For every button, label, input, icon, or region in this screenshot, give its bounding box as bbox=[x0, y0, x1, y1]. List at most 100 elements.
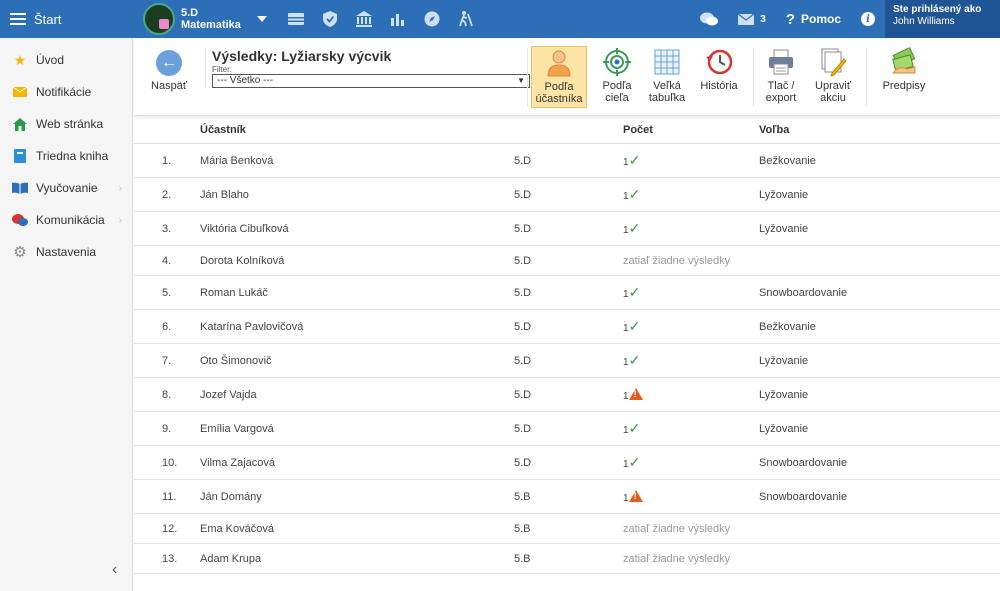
fees-button[interactable]: Predpisy bbox=[876, 47, 932, 92]
sidebar-item-label: Notifikácie bbox=[36, 85, 92, 99]
print-export-button[interactable]: Tlač / export bbox=[753, 47, 809, 104]
back-button[interactable]: ← Naspäť bbox=[148, 50, 190, 92]
result-count-cell: 1✓ bbox=[623, 152, 759, 169]
header-participant[interactable]: Účastník bbox=[200, 124, 514, 136]
class-selector[interactable]: 5.D Matematika bbox=[143, 3, 267, 35]
participant-name[interactable]: Ján Blaho bbox=[200, 189, 514, 201]
big-table-button[interactable]: Veľká tabuľka bbox=[639, 47, 695, 104]
help-button[interactable]: ? Pomoc bbox=[776, 11, 851, 28]
participant-name[interactable]: Ema Kováčová bbox=[200, 523, 514, 535]
check-icon: ✓ bbox=[628, 352, 641, 368]
header-count[interactable]: Počet bbox=[623, 124, 759, 136]
table-header: Účastník Počet Voľba bbox=[134, 116, 1000, 144]
choice-value: Lyžovanie bbox=[759, 388, 809, 401]
table-row[interactable]: 5. Roman Lukáč 5.D 1✓ Snowboardovanie bbox=[134, 276, 1000, 310]
collapse-sidebar-icon[interactable]: ‹ bbox=[112, 561, 117, 579]
check-icon: ✓ bbox=[628, 318, 641, 334]
participant-class: 5.D bbox=[514, 320, 532, 333]
header-choice[interactable]: Voľba bbox=[759, 124, 959, 136]
grades-book-icon[interactable] bbox=[279, 0, 313, 38]
institution-icon[interactable] bbox=[347, 0, 381, 38]
sidebar-item-notifikacie[interactable]: Notifikácie bbox=[0, 76, 132, 108]
sidebar-item-label: Úvod bbox=[36, 53, 65, 67]
button-label: Predpisy bbox=[882, 80, 926, 92]
participant-class: 5.D bbox=[514, 188, 532, 201]
button-label: export bbox=[765, 92, 797, 104]
home-icon bbox=[12, 117, 28, 131]
participant-name[interactable]: Vilma Zajacová bbox=[200, 457, 514, 469]
hiking-icon[interactable] bbox=[449, 0, 483, 38]
table-row[interactable]: 4. Dorota Kolníková 5.D zatiaľ žiadne výsle… bbox=[134, 246, 1000, 276]
check-icon: ✓ bbox=[628, 220, 641, 236]
participant-name[interactable]: Mária Benková bbox=[200, 155, 514, 167]
start-menu-button[interactable]: Štart bbox=[0, 0, 133, 38]
sidebar-item-uvod[interactable]: ★ Úvod bbox=[0, 44, 132, 76]
participant-name[interactable]: Adam Krupa bbox=[200, 553, 514, 565]
participant-name[interactable]: Roman Lukáč bbox=[200, 287, 514, 299]
row-number: 8. bbox=[162, 388, 172, 401]
sidebar-item-triedna-kniha[interactable]: Triedna kniha bbox=[0, 140, 132, 172]
sidebar-item-nastavenia[interactable]: ⚙ Nastavenia bbox=[0, 236, 132, 268]
sidebar-item-web-stranka[interactable]: Web stránka bbox=[0, 108, 132, 140]
participant-name[interactable]: Oto Šimonovič bbox=[200, 355, 514, 367]
bar-chart-icon[interactable] bbox=[381, 0, 415, 38]
table-row[interactable]: 12. Ema Kováčová 5.B zatiaľ žiadne výsledky bbox=[134, 514, 1000, 544]
info-button[interactable]: i bbox=[851, 12, 885, 26]
table-row[interactable]: 7. Oto Šimonovič 5.D 1✓ Lyžovanie bbox=[134, 344, 1000, 378]
table-row[interactable]: 13. Adam Krupa 5.B zatiaľ žiadne výsledky bbox=[134, 544, 1000, 574]
participant-class: 5.B bbox=[514, 490, 531, 503]
edit-event-button[interactable]: Upraviť akciu bbox=[805, 47, 861, 104]
participant-class: 5.D bbox=[514, 354, 532, 367]
button-label: Podľa bbox=[602, 80, 632, 92]
participant-name[interactable]: Jozef Vajda bbox=[200, 389, 514, 401]
row-number: 13. bbox=[162, 552, 178, 565]
by-participant-button[interactable]: Podľa účastníka bbox=[531, 46, 587, 108]
hamburger-icon bbox=[10, 13, 26, 25]
row-number: 5. bbox=[162, 286, 172, 299]
table-row[interactable]: 6. Katarína Pavlovičová 5.D 1✓ Bežkovanie bbox=[134, 310, 1000, 344]
title-block: Výsledky: Lyžiarsky výcvik Filter: --- V… bbox=[205, 48, 530, 88]
participant-class: 5.D bbox=[514, 254, 532, 267]
participant-name[interactable]: Ján Domány bbox=[200, 491, 514, 503]
chevron-down-icon bbox=[256, 16, 267, 22]
table-row[interactable]: 3. Viktória Cibuľková 5.D 1✓ Lyžovanie bbox=[134, 212, 1000, 246]
check-icon: ✓ bbox=[628, 284, 641, 300]
button-label: akciu bbox=[820, 92, 846, 104]
row-number: 7. bbox=[162, 354, 172, 367]
envelope-icon bbox=[738, 13, 755, 25]
button-label: Tlač / bbox=[767, 80, 795, 92]
divider bbox=[527, 48, 528, 106]
help-label: Pomoc bbox=[800, 12, 841, 26]
history-button[interactable]: História bbox=[691, 47, 747, 92]
by-target-button[interactable]: Podľa cieľa bbox=[589, 47, 645, 104]
table-row[interactable]: 2. Ján Blaho 5.D 1✓ Lyžovanie bbox=[134, 178, 1000, 212]
compass-icon[interactable] bbox=[415, 0, 449, 38]
table-row[interactable]: 1. Mária Benková 5.D 1✓ Bežkovanie bbox=[134, 144, 1000, 178]
chat-button[interactable] bbox=[690, 12, 728, 26]
money-icon bbox=[889, 47, 919, 77]
no-results-text: zatiaľ žiadne výsledky bbox=[623, 522, 731, 535]
table-row[interactable]: 10. Vilma Zajacová 5.D 1✓ Snowboardovanie bbox=[134, 446, 1000, 480]
chat-icon bbox=[12, 213, 28, 227]
choice-value: Lyžovanie bbox=[759, 222, 809, 235]
table-row[interactable]: 9. Emília Vargová 5.D 1✓ Lyžovanie bbox=[134, 412, 1000, 446]
back-label: Naspäť bbox=[151, 80, 187, 92]
top-bar: Štart 5.D Matematika 3 ? Pomoc i Ste pri… bbox=[0, 0, 1000, 38]
table-row[interactable]: 11. Ján Domány5.B 1Snowboardovanie bbox=[134, 480, 1000, 514]
participant-name[interactable]: Emília Vargová bbox=[200, 423, 514, 435]
shield-icon[interactable] bbox=[313, 0, 347, 38]
filter-select[interactable]: --- Všetko --- bbox=[212, 74, 530, 88]
messages-button[interactable]: 3 bbox=[728, 13, 776, 25]
participant-name[interactable]: Viktória Cibuľková bbox=[200, 223, 514, 235]
sidebar-item-vyucovanie[interactable]: Vyučovanie › bbox=[0, 172, 132, 204]
star-icon: ★ bbox=[13, 51, 27, 68]
participant-name[interactable]: Dorota Kolníková bbox=[200, 255, 514, 267]
no-results-text: zatiaľ žiadne výsledky bbox=[623, 552, 731, 565]
user-box[interactable]: Ste prihlásený ako John Williams bbox=[885, 0, 1000, 38]
participant-class: 5.D bbox=[514, 222, 532, 235]
sidebar-item-komunikacia[interactable]: Komunikácia › bbox=[0, 204, 132, 236]
button-label: Podľa bbox=[544, 81, 574, 93]
table-row[interactable]: 8. Jozef Vajda5.D 1Lyžovanie bbox=[134, 378, 1000, 412]
participant-class: 5.D bbox=[514, 286, 532, 299]
participant-name[interactable]: Katarína Pavlovičová bbox=[200, 321, 514, 333]
